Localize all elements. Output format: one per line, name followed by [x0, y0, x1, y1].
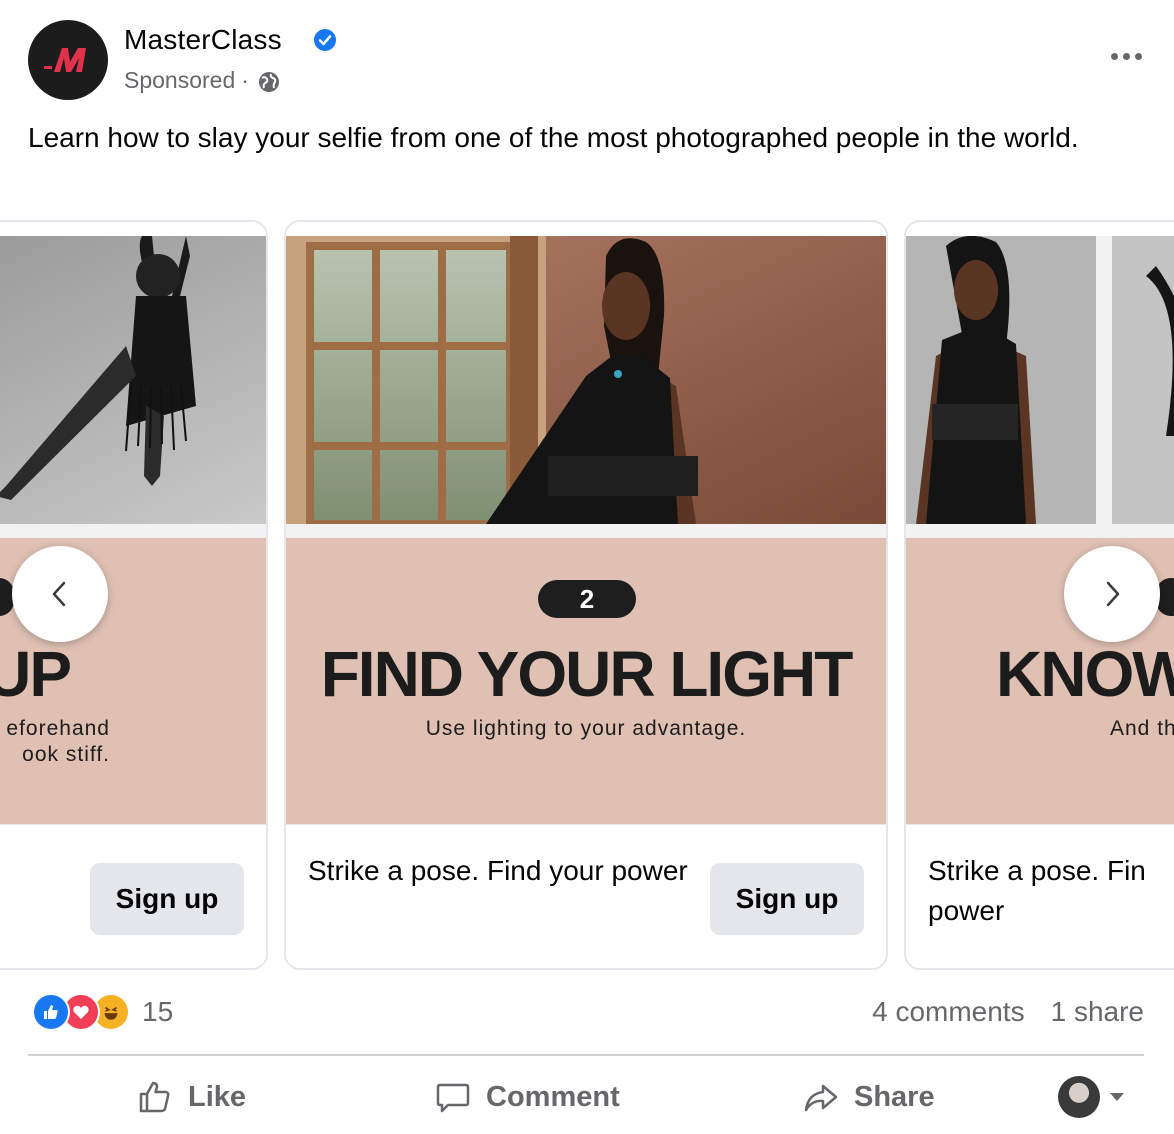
share-button[interactable]: Share	[802, 1064, 935, 1130]
reactions-summary[interactable]: 15	[32, 992, 173, 1032]
dancer-photo	[0, 236, 266, 524]
comment-button[interactable]: Comment	[434, 1064, 620, 1130]
carousel-prev-button[interactable]	[12, 546, 108, 642]
engagement-stats: 4 comments 1 share	[872, 996, 1144, 1028]
carousel-next-button[interactable]	[1064, 546, 1160, 642]
model-photo	[906, 236, 1174, 524]
globe-icon[interactable]	[257, 70, 281, 94]
separator-dot: ·	[241, 66, 249, 93]
card-footer: ur Sign up	[0, 824, 266, 968]
chevron-down-icon	[1110, 1093, 1124, 1101]
reaction-count[interactable]: 15	[142, 996, 173, 1028]
post-caption: Learn how to slay your selfie from one o…	[28, 122, 1079, 153]
post-header: MasterClass Sponsored ·	[28, 20, 1148, 102]
divider	[28, 1054, 1144, 1056]
masterclass-logo-icon	[44, 48, 86, 72]
page-avatar[interactable]	[28, 20, 108, 100]
more-dot	[1134, 52, 1142, 60]
more-dot	[1110, 52, 1118, 60]
user-avatar	[1058, 1076, 1100, 1118]
verified-badge-icon	[314, 29, 336, 51]
card-headline: UP	[0, 638, 72, 710]
image-strip	[286, 524, 886, 538]
action-bar: Like Comment Share	[28, 1064, 1144, 1130]
like-button[interactable]: Like	[136, 1064, 246, 1130]
more-dot	[1122, 52, 1130, 60]
chevron-right-icon	[1106, 581, 1120, 607]
image-strip	[906, 524, 1174, 538]
like-label: Like	[188, 1080, 247, 1113]
card-footer: Strike a pose. Fin power	[906, 824, 1174, 968]
more-options-button[interactable]	[1104, 42, 1148, 70]
share-arrow-icon	[804, 1084, 838, 1112]
card-headline: KNOW YOU	[996, 638, 1174, 710]
card-image[interactable]	[906, 236, 1174, 524]
card-subline: eforehand ook stiff.	[6, 716, 110, 768]
model-photo	[286, 236, 886, 524]
profile-selector[interactable]	[1058, 1064, 1124, 1130]
chevron-left-icon	[52, 581, 66, 607]
step-badge: 2	[538, 580, 636, 618]
comments-count[interactable]: 4 comments	[872, 996, 1025, 1028]
card-subline: Use lighting to your advantage.	[425, 717, 747, 740]
sponsored-row: Sponsored ·	[124, 66, 281, 94]
thumbs-up-icon	[139, 1081, 170, 1113]
card-headline: FIND YOUR LIGHT	[320, 638, 854, 710]
card-footer: Strike a pose. Find your power Sign up	[286, 824, 886, 968]
subline-row: eforehand	[6, 717, 110, 740]
subline-row: ook stiff.	[22, 743, 110, 766]
sign-up-button[interactable]: Sign up	[710, 863, 864, 935]
carousel-card-2[interactable]: 2 FIND YOUR LIGHT Use lighting to your a…	[284, 220, 888, 970]
sign-up-button[interactable]: Sign up	[90, 863, 244, 935]
like-reaction-icon	[32, 993, 70, 1031]
card-subline: And th	[1110, 717, 1174, 740]
footer-title-line: power	[928, 895, 1005, 926]
comment-label: Comment	[486, 1080, 620, 1113]
card-footer-title[interactable]: Strike a pose. Find your power	[308, 851, 688, 891]
comment-bubble-icon	[436, 1083, 470, 1113]
shares-count[interactable]: 1 share	[1051, 996, 1144, 1028]
card-panel: 2 FIND YOUR LIGHT Use lighting to your a…	[286, 538, 886, 824]
carousel[interactable]: UP eforehand ook stiff. ur Sign up	[0, 220, 1174, 970]
card-image[interactable]	[0, 236, 266, 524]
sponsored-label[interactable]: Sponsored	[124, 67, 235, 94]
page-name[interactable]: MasterClass	[124, 24, 282, 56]
card-image[interactable]	[286, 236, 886, 524]
footer-title-line: Strike a pose. Fin	[928, 855, 1146, 886]
share-label: Share	[854, 1080, 935, 1113]
card-footer-title: Strike a pose. Fin power	[928, 851, 1174, 931]
image-strip	[0, 524, 266, 538]
